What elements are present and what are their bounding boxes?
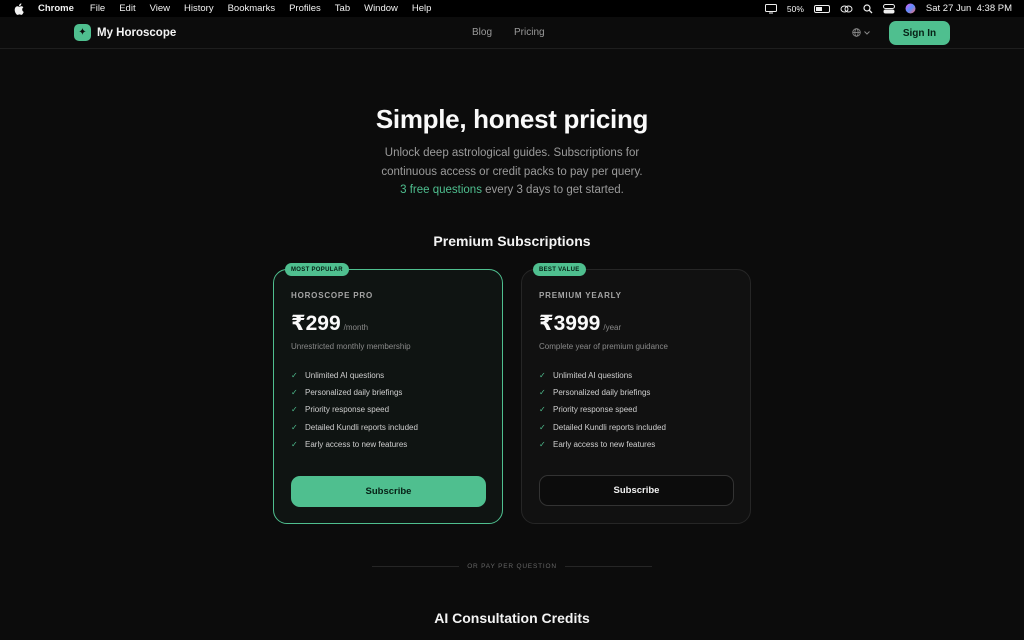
check-icon: ✓ bbox=[291, 439, 298, 449]
divider-line bbox=[372, 566, 460, 567]
feature-text: Personalized daily briefings bbox=[553, 388, 651, 398]
feature-item: ✓ Unlimited AI questions bbox=[291, 367, 418, 384]
menu-help[interactable]: Help bbox=[412, 3, 432, 14]
feature-text: Unlimited AI questions bbox=[305, 371, 385, 381]
check-icon: ✓ bbox=[291, 388, 298, 398]
main-nav: Blog Pricing bbox=[472, 27, 545, 38]
price-period: /year bbox=[603, 323, 622, 332]
plan-card-yearly: BEST VALUE PREMIUM YEARLY ₹3999 /year Co… bbox=[521, 263, 751, 524]
chevron-down-icon bbox=[864, 30, 870, 35]
page-subtitle: Unlock deep astrological guides. Subscri… bbox=[0, 144, 1024, 200]
feature-list: ✓ Unlimited AI questions ✓ Personalized da… bbox=[539, 367, 666, 453]
feature-text: Detailed Kundli reports included bbox=[305, 422, 418, 432]
feature-text: Early access to new features bbox=[305, 439, 408, 449]
section-title-credits: AI Consultation Credits bbox=[434, 610, 590, 626]
menu-history[interactable]: History bbox=[184, 3, 214, 14]
feature-item: ✓ Priority response speed bbox=[291, 401, 418, 418]
free-questions-highlight: 3 free questions bbox=[400, 184, 482, 196]
price-period: /month bbox=[343, 323, 369, 332]
display-icon[interactable] bbox=[764, 3, 777, 14]
site-header: ✦ My Horoscope Blog Pricing Sign In bbox=[0, 17, 1024, 49]
page-title: Simple, honest pricing bbox=[375, 104, 649, 134]
feature-item: ✓ Personalized daily briefings bbox=[539, 384, 666, 401]
divider-label: OR PAY PER QUESTION bbox=[467, 563, 557, 570]
check-icon: ✓ bbox=[539, 422, 546, 432]
section-divider: OR PAY PER QUESTION bbox=[372, 563, 653, 570]
status-area: 50% Sat 27 Jun 4:38 PM bbox=[764, 0, 1012, 17]
plan-name: HOROSCOPE PRO bbox=[291, 291, 373, 300]
brand-link[interactable]: ✦ My Horoscope bbox=[74, 24, 176, 41]
feature-item: ✓ Early access to new features bbox=[291, 436, 418, 453]
sign-in-button[interactable]: Sign In bbox=[889, 21, 950, 45]
clock[interactable]: Sat 27 Jun 4:38 PM bbox=[926, 3, 1012, 14]
feature-text: Unlimited AI questions bbox=[553, 371, 633, 381]
feature-text: Detailed Kundli reports included bbox=[553, 422, 666, 432]
free-questions-rest: every 3 days to get started. bbox=[481, 184, 624, 196]
plan-badge: BEST VALUE bbox=[533, 263, 586, 276]
check-icon: ✓ bbox=[291, 422, 298, 432]
control-center-icon[interactable] bbox=[882, 3, 895, 14]
plan-price: ₹3999 /year bbox=[539, 311, 621, 336]
feature-item: ✓ Detailed Kundli reports included bbox=[539, 419, 666, 436]
menu-bookmarks[interactable]: Bookmarks bbox=[228, 3, 276, 14]
free-questions-note: 3 free questions every 3 days to get sta… bbox=[0, 181, 1024, 200]
price-amount: ₹299 bbox=[291, 312, 341, 335]
plan-card-pro: MOST POPULAR HOROSCOPE PRO ₹299 /month U… bbox=[273, 263, 503, 524]
battery-icon[interactable] bbox=[813, 4, 830, 13]
check-icon: ✓ bbox=[539, 371, 546, 381]
subscribe-button-pro[interactable]: Subscribe bbox=[291, 476, 486, 507]
feature-text: Early access to new features bbox=[553, 439, 656, 449]
menu-tab[interactable]: Tab bbox=[335, 3, 350, 14]
search-icon[interactable] bbox=[863, 3, 873, 14]
price-amount: ₹3999 bbox=[539, 312, 601, 335]
menu-profiles[interactable]: Profiles bbox=[289, 3, 321, 14]
system-menu-bar: Chrome File Edit View History Bookmarks … bbox=[0, 0, 1024, 17]
plan-badge: MOST POPULAR bbox=[285, 263, 349, 276]
apple-icon[interactable] bbox=[12, 2, 26, 16]
feature-item: ✓ Detailed Kundli reports included bbox=[291, 419, 418, 436]
divider-line bbox=[564, 566, 653, 567]
nav-link-pricing[interactable]: Pricing bbox=[514, 27, 545, 38]
check-icon: ✓ bbox=[539, 405, 546, 415]
siri-icon[interactable] bbox=[905, 3, 916, 14]
plan-price: ₹299 /month bbox=[291, 311, 368, 336]
logo-icon: ✦ bbox=[74, 24, 91, 41]
section-title-subscriptions: Premium Subscriptions bbox=[433, 233, 591, 249]
plan-description: Complete year of premium guidance bbox=[539, 342, 668, 351]
check-icon: ✓ bbox=[291, 405, 298, 415]
feature-text: Priority response speed bbox=[305, 405, 390, 415]
feature-item: ✓ Unlimited AI questions bbox=[539, 367, 666, 384]
menu-app-name[interactable]: Chrome bbox=[38, 3, 74, 14]
feature-text: Personalized daily briefings bbox=[305, 388, 403, 398]
feature-item: ✓ Early access to new features bbox=[539, 436, 666, 453]
subscribe-button-yearly[interactable]: Subscribe bbox=[539, 475, 734, 506]
menu-edit[interactable]: Edit bbox=[119, 3, 135, 14]
globe-icon bbox=[852, 28, 861, 37]
subtitle-line-1: Unlock deep astrological guides. Subscri… bbox=[384, 147, 640, 159]
brand-name: My Horoscope bbox=[97, 26, 177, 39]
menu-window[interactable]: Window bbox=[364, 3, 398, 14]
menu-file[interactable]: File bbox=[90, 3, 105, 14]
language-selector[interactable] bbox=[852, 28, 870, 37]
plan-description: Unrestricted monthly membership bbox=[291, 342, 411, 351]
check-icon: ✓ bbox=[539, 388, 546, 398]
check-icon: ✓ bbox=[539, 439, 546, 449]
feature-item: ✓ Personalized daily briefings bbox=[291, 384, 418, 401]
plan-name: PREMIUM YEARLY bbox=[539, 291, 622, 300]
nav-link-blog[interactable]: Blog bbox=[472, 27, 492, 38]
feature-list: ✓ Unlimited AI questions ✓ Personalized da… bbox=[291, 367, 418, 453]
battery-percent: 50% bbox=[786, 3, 804, 14]
menu-view[interactable]: View bbox=[150, 3, 170, 14]
feature-item: ✓ Priority response speed bbox=[539, 401, 666, 418]
link-icon[interactable] bbox=[840, 4, 853, 14]
feature-text: Priority response speed bbox=[553, 405, 638, 415]
subtitle-line-2: continuous access or credit packs to pay… bbox=[381, 165, 643, 178]
check-icon: ✓ bbox=[291, 371, 298, 381]
